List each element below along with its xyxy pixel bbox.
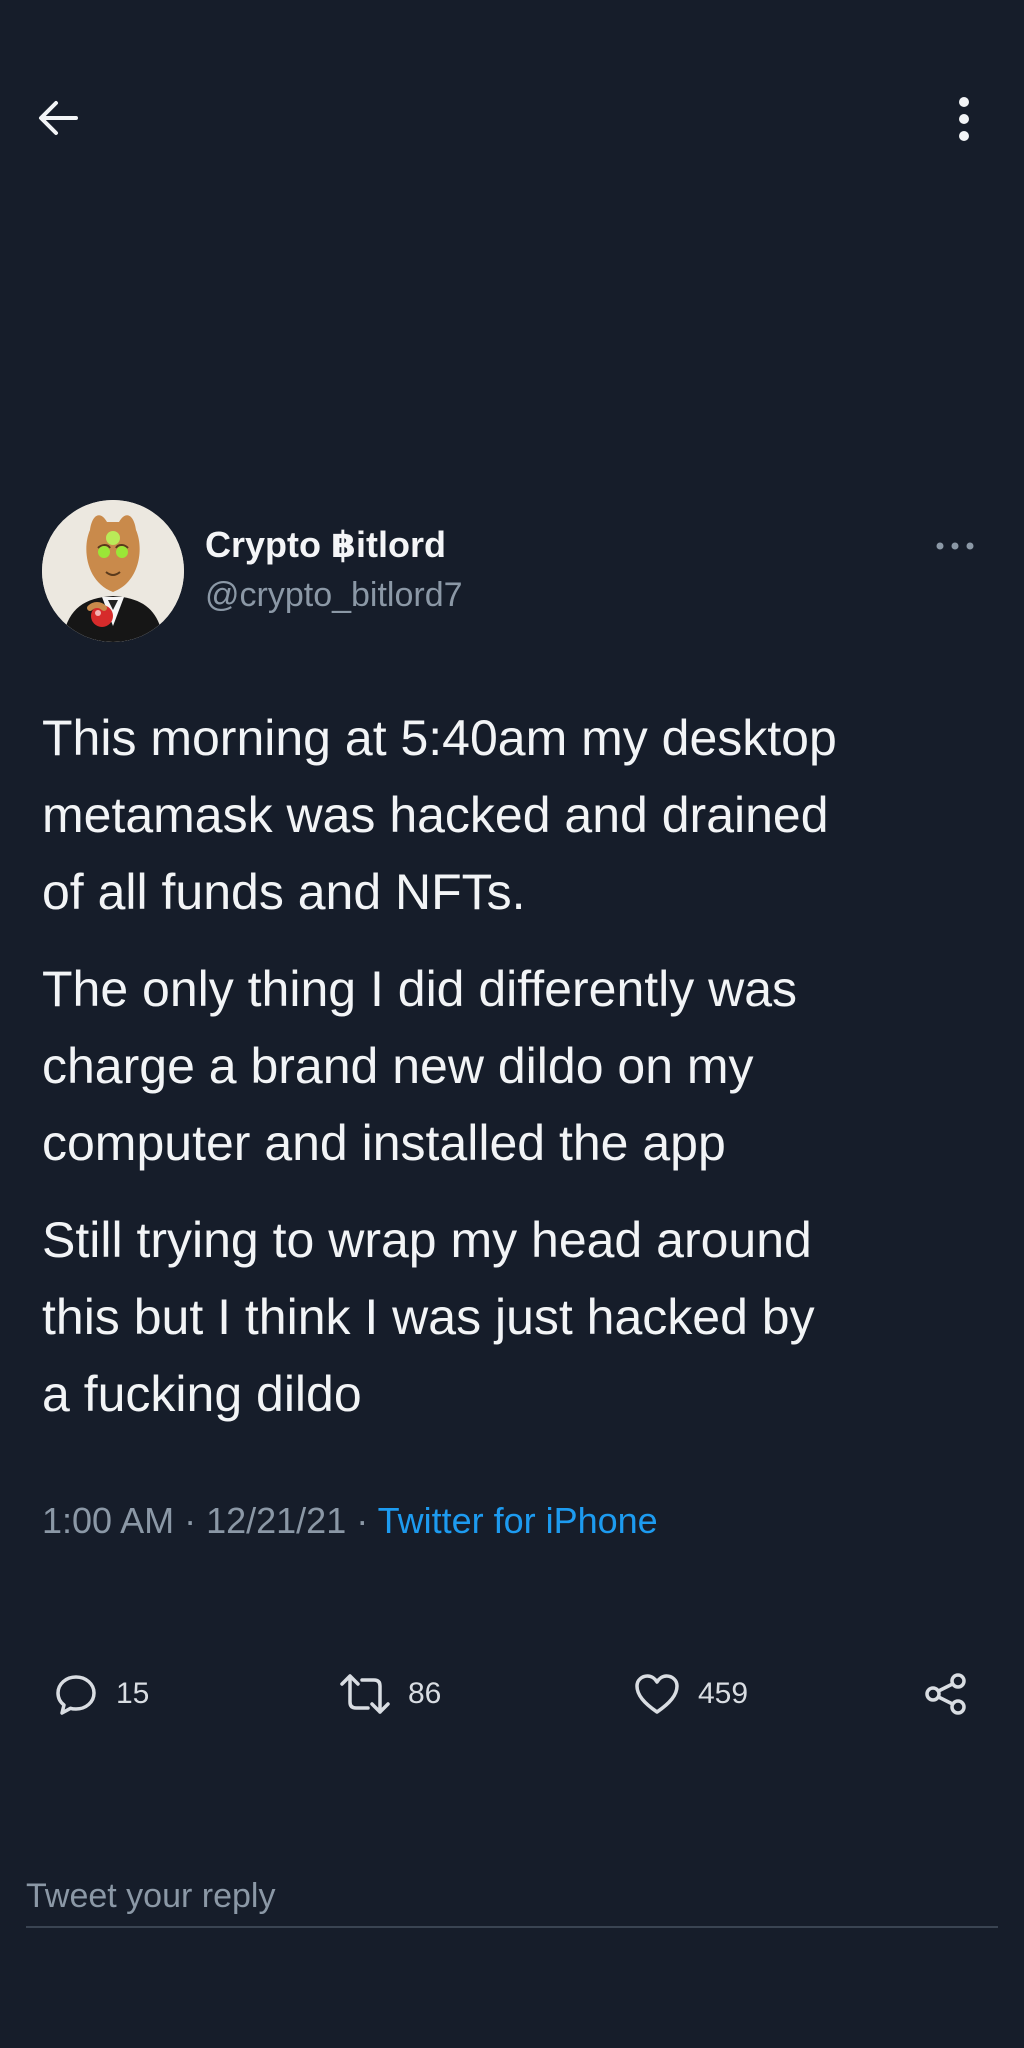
share-button[interactable]: [924, 1666, 968, 1722]
horizontal-dots-icon: [936, 542, 974, 550]
meta-separator: ·: [174, 1500, 207, 1541]
retweet-icon: [340, 1674, 390, 1714]
tweet-paragraph: Still trying to wrap my head around this…: [42, 1212, 815, 1422]
retweet-count: 86: [408, 1677, 442, 1710]
heart-icon: [635, 1674, 679, 1714]
share-icon: [925, 1673, 966, 1715]
tweet-paragraph: The only thing I did differently was cha…: [42, 961, 798, 1171]
tweet-actions: 15 86 459: [0, 1666, 1024, 1722]
tweet-time: 1:00 AM: [42, 1500, 175, 1541]
tweet-reply-input[interactable]: [26, 1866, 998, 1928]
reply-button[interactable]: 15: [54, 1666, 149, 1722]
reply-bubble-icon: [56, 1675, 96, 1715]
tweet-date: 12/21/21: [206, 1500, 347, 1541]
like-button[interactable]: 459: [634, 1666, 748, 1722]
reply-count: 15: [116, 1677, 150, 1710]
avatar[interactable]: [42, 500, 184, 642]
arrow-left-icon: [39, 101, 78, 135]
back-button[interactable]: [36, 98, 84, 138]
meta-separator: ·: [346, 1500, 378, 1541]
author-display-name[interactable]: Crypto ฿itlord: [205, 524, 446, 566]
author-handle[interactable]: @crypto_bitlord7: [205, 576, 463, 615]
avatar-image: [42, 500, 184, 642]
more-options-button[interactable]: [954, 96, 974, 142]
tweet-more-button[interactable]: [934, 536, 976, 556]
vertical-dots-icon: [959, 97, 969, 141]
tweet-text: This morning at 5:40am my desktop metama…: [42, 700, 992, 1453]
retweet-button[interactable]: 86: [340, 1666, 441, 1722]
tweet-meta: 1:00 AM · 12/21/21 · Twitter for iPhone: [42, 1500, 658, 1542]
like-count: 459: [698, 1677, 749, 1710]
tweet-paragraph: This morning at 5:40am my desktop metama…: [42, 710, 837, 920]
tweet-source-link[interactable]: Twitter for iPhone: [378, 1500, 658, 1541]
